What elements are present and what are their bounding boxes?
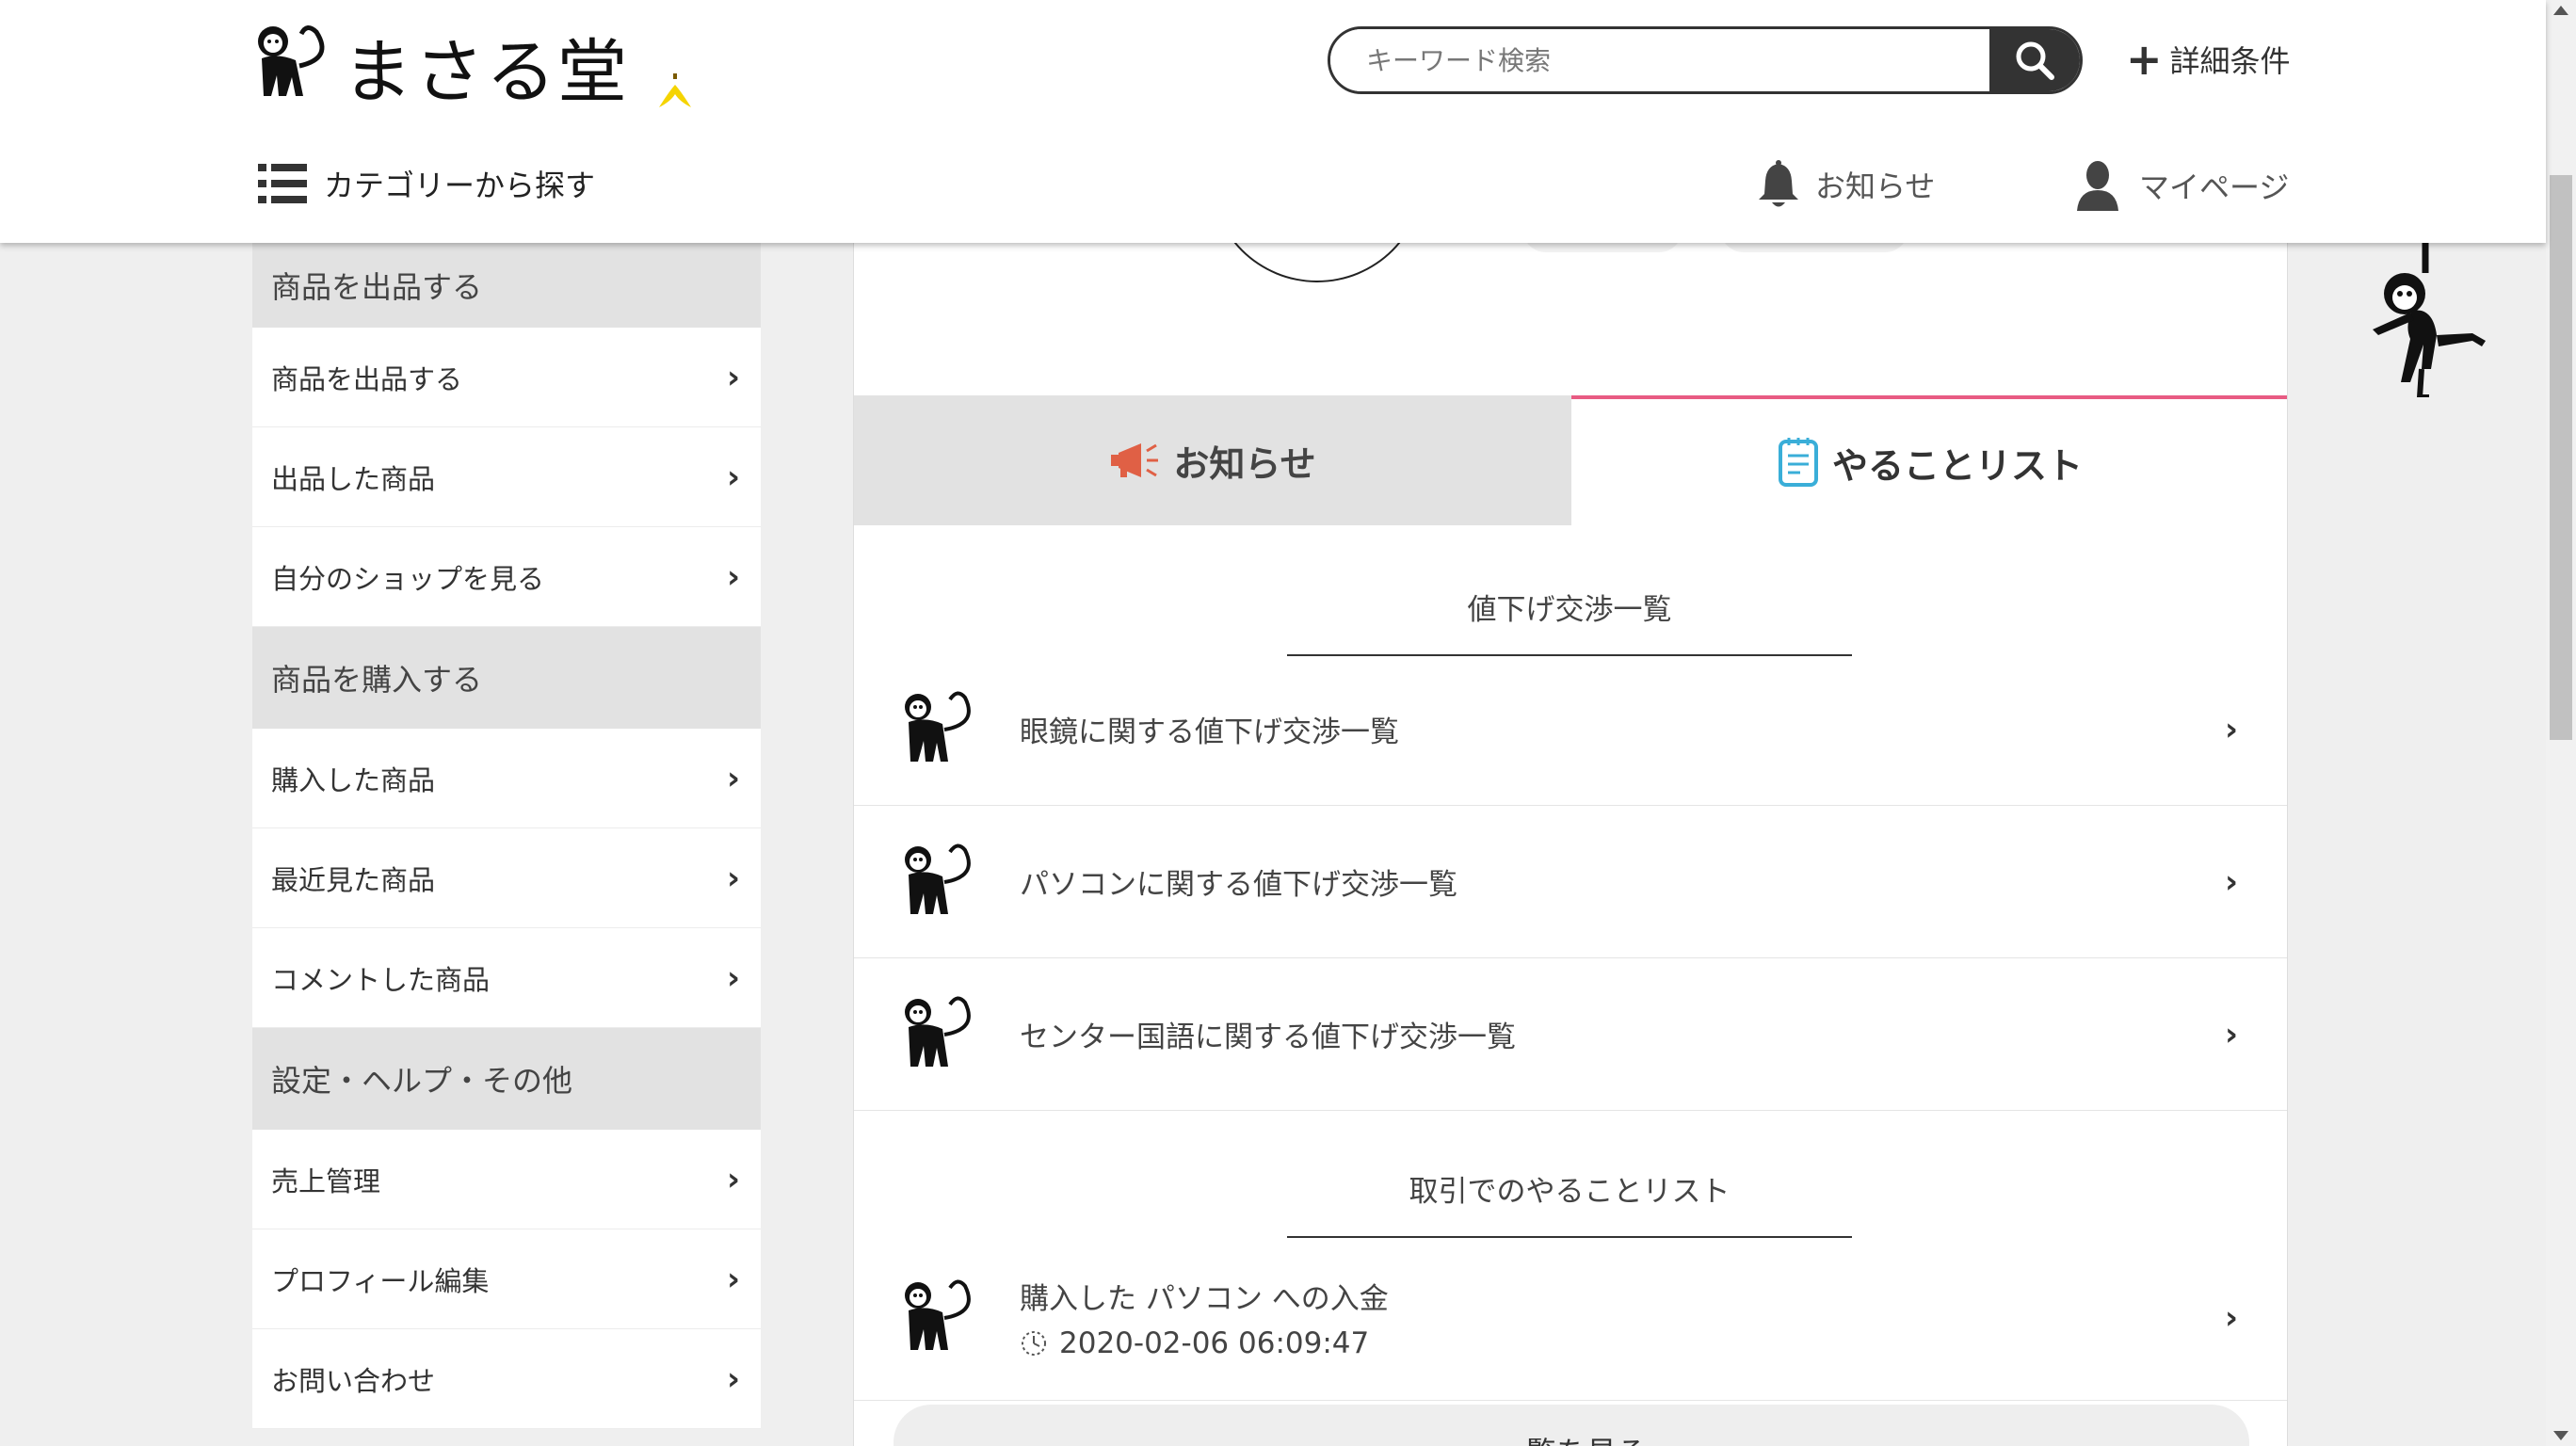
scroll-up-arrow-icon[interactable] [2553, 6, 2568, 15]
mypage-link[interactable]: マイページ [2077, 160, 2289, 211]
sidebar-item-label: プロフィール編集 [271, 1264, 490, 1297]
chevron-right-icon: › [2224, 1015, 2238, 1053]
profile-stat-pill [1720, 243, 1908, 252]
clock-icon [1022, 1331, 1046, 1356]
negotiation-row-label: パソコンに関する値下げ交渉一覧 [1020, 868, 1457, 902]
user-icon [2077, 161, 2118, 211]
page-scrollbar[interactable] [2546, 0, 2576, 1446]
sidebar-item-label: 自分のショップを見る [271, 562, 545, 595]
tab-bar: お知らせ やることリスト [854, 395, 2287, 525]
list-icon [258, 164, 307, 203]
monkey-icon [905, 1279, 971, 1350]
sidebar-item-purchased[interactable]: 購入した商品 › [252, 729, 761, 828]
main-card: お知らせ やることリスト 値下げ交渉一覧 眼鏡に関する値下げ交渉一覧 › パソコ… [853, 243, 2288, 1446]
category-link[interactable]: カテゴリーから探す [258, 162, 595, 205]
negotiation-section-title: 値下げ交渉一覧 [1287, 586, 1852, 656]
sidebar-item-profile-edit[interactable]: プロフィール編集 › [252, 1229, 761, 1329]
monkey-icon [905, 996, 971, 1067]
detail-conditions-link[interactable]: + 詳細条件 [2126, 38, 2291, 81]
sidebar-section-buy: 商品を購入する [252, 627, 761, 729]
negotiation-row-label: 眼鏡に関する値下げ交渉一覧 [1020, 715, 1399, 749]
transaction-row-time: 2020-02-06 06:09:47 [1020, 1326, 2225, 1360]
tab-notice-label: お知らせ [1173, 442, 1316, 485]
sidebar-item-label: 購入した商品 [271, 763, 436, 796]
sidebar-section-sell: 商品を出品する [252, 243, 761, 328]
scroll-thumb[interactable] [2550, 175, 2572, 740]
detail-conditions-label: 詳細条件 [2169, 43, 2291, 79]
sidebar-item-sell-item[interactable]: 商品を出品する › [252, 328, 761, 427]
monkey-icon [905, 844, 971, 914]
tab-todo-label: やることリスト [1831, 444, 2083, 487]
plus-icon: + [2126, 34, 2163, 85]
sidebar-item-listed-items[interactable]: 出品した商品 › [252, 427, 761, 527]
chevron-right-icon: › [726, 1260, 740, 1298]
monkey-logo-icon [258, 25, 325, 96]
sidebar-item-contact[interactable]: お問い合わせ › [252, 1329, 761, 1429]
bell-icon [1759, 160, 1798, 207]
tab-notice[interactable]: お知らせ [854, 395, 1571, 525]
transaction-timestamp: 2020-02-06 06:09:47 [1059, 1326, 1370, 1360]
todo-list-icon [1778, 438, 1818, 487]
chevron-right-icon: › [726, 759, 740, 797]
chevron-right-icon: › [726, 1359, 740, 1398]
sidebar-section-settings: 設定・ヘルプ・その他 [252, 1028, 761, 1130]
banana-icon [659, 73, 691, 107]
category-link-label: カテゴリーから探す [324, 168, 596, 203]
tab-todo[interactable]: やることリスト [1571, 395, 2287, 525]
mypage-link-label: マイページ [2139, 169, 2290, 205]
site-header: まさる堂 + 詳細条件 カテゴリーから探す お [0, 0, 2546, 243]
notice-link[interactable]: お知らせ [1757, 160, 1935, 209]
chevron-right-icon: › [2224, 862, 2238, 901]
transaction-section-title: 取引でのやることリスト [1287, 1167, 1852, 1238]
sidebar-item-label: コメントした商品 [271, 963, 491, 996]
sidebar-item-recently-viewed[interactable]: 最近見た商品 › [252, 828, 761, 928]
site-logo[interactable]: まさる堂 [249, 21, 695, 107]
chevron-right-icon: › [726, 958, 740, 997]
sidebar-item-label: お問い合わせ [271, 1364, 436, 1397]
transaction-row-content: 購入した パソコン への入金 2020-02-06 06:09:47 [1020, 1275, 2225, 1360]
sidebar-item-label: 商品を出品する [271, 362, 463, 395]
chevron-right-icon: › [726, 358, 740, 396]
avatar [1210, 243, 1425, 282]
sidebar-item-sales[interactable]: 売上管理 › [252, 1130, 761, 1229]
negotiation-row-japanese[interactable]: センター国語に関する値下げ交渉一覧 › [854, 958, 2287, 1111]
profile-stat-pill [1522, 243, 1682, 252]
negotiation-row-pc[interactable]: パソコンに関する値下げ交渉一覧 › [854, 806, 2287, 958]
notice-link-label: お知らせ [1815, 169, 1936, 204]
scroll-down-arrow-icon[interactable] [2553, 1431, 2568, 1440]
megaphone-icon [1111, 443, 1159, 477]
sidebar-item-label: 最近見た商品 [271, 863, 436, 896]
sidebar-item-commented[interactable]: コメントした商品 › [252, 928, 761, 1028]
sidebar-item-label: 出品した商品 [271, 462, 436, 495]
monkey-icon [905, 691, 971, 762]
sidebar-item-label: 売上管理 [271, 1165, 381, 1197]
sidebar: 商品を出品する 商品を出品する › 出品した商品 › 自分のショップを見る › … [252, 243, 761, 1429]
search-input[interactable] [1330, 29, 1989, 91]
sidebar-item-my-shop[interactable]: 自分のショップを見る › [252, 527, 761, 627]
transaction-row[interactable]: 購入した パソコン への入金 2020-02-06 06:09:47 › [854, 1235, 2287, 1401]
chevron-right-icon: › [2224, 710, 2238, 748]
search-box [1328, 26, 2083, 94]
negotiation-row-label: センター国語に関する値下げ交渉一覧 [1020, 1020, 1516, 1054]
logo-text: まさる堂 [343, 32, 629, 113]
chevron-right-icon: › [2224, 1298, 2238, 1337]
chevron-right-icon: › [726, 859, 740, 897]
view-all-button[interactable]: 一覧を見る [894, 1405, 2249, 1446]
transaction-row-label: 購入した パソコン への入金 [1020, 1282, 1389, 1316]
search-button[interactable] [1989, 29, 2080, 91]
search-icon [2016, 41, 2054, 80]
hanging-monkey-icon [2373, 241, 2486, 397]
chevron-right-icon: › [726, 1160, 740, 1198]
chevron-right-icon: › [726, 557, 740, 596]
chevron-right-icon: › [726, 458, 740, 496]
negotiation-row-glasses[interactable]: 眼鏡に関する値下げ交渉一覧 › [854, 653, 2287, 806]
